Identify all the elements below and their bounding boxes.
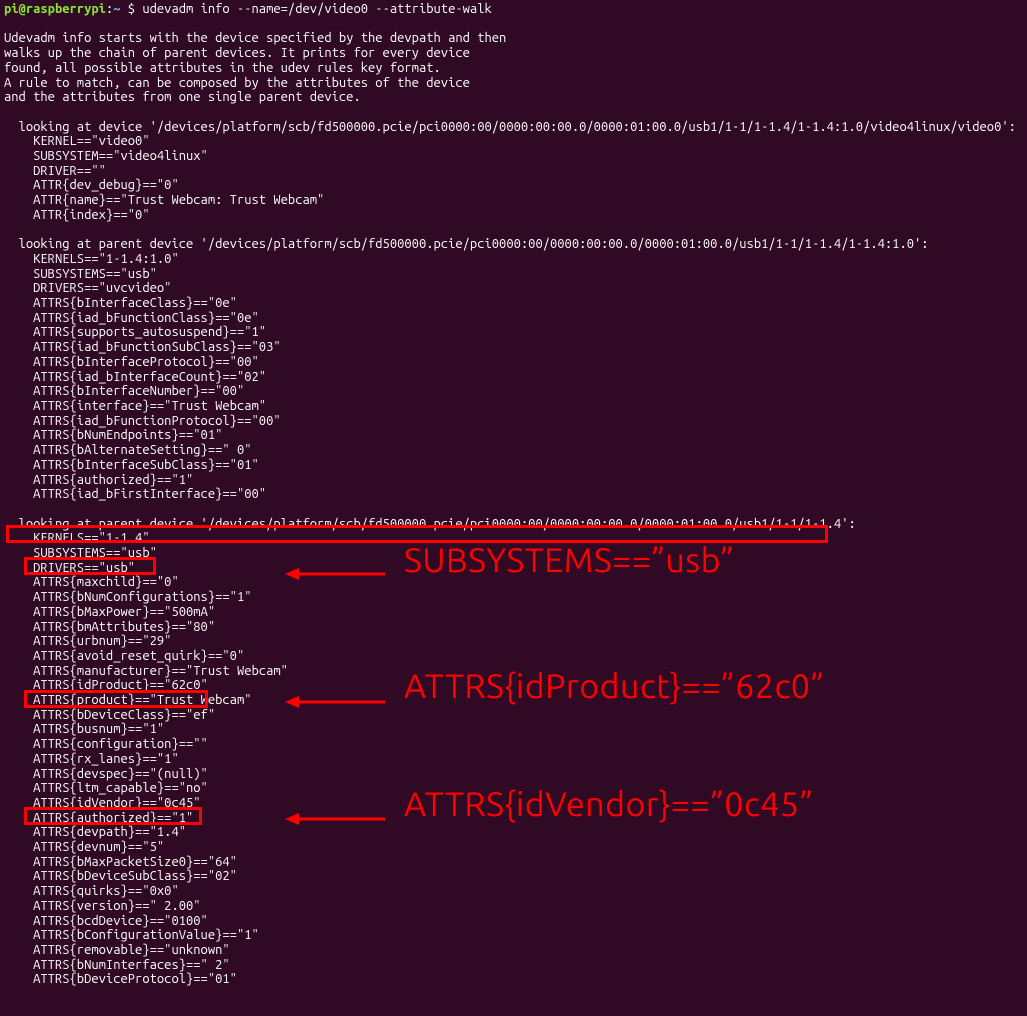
attr-line: ATTRS{devpath}=="1.4" <box>4 825 186 839</box>
attr-line: ATTRS{bInterfaceNumber}=="00" <box>4 384 244 398</box>
attr-line: ATTR{index}=="0" <box>4 208 150 222</box>
attr-line: ATTRS{quirks}=="0x0" <box>4 884 179 898</box>
attr-line: ATTRS{iad_bFunctionClass}=="0e" <box>4 311 259 325</box>
attr-line: ATTRS{iad_bFunctionSubClass}=="03" <box>4 340 281 354</box>
attr-line: ATTRS{bInterfaceSubClass}=="01" <box>4 458 259 472</box>
attr-line: ATTRS{busnum}=="1" <box>4 722 164 736</box>
attr-line: ATTR{dev_debug}=="0" <box>4 178 179 192</box>
attr-line: ATTRS{devspec}=="(null)" <box>4 767 208 781</box>
attr-line: ATTRS{bNumConfigurations}=="1" <box>4 590 252 604</box>
block1-header: looking at device '/devices/platform/scb… <box>4 120 1016 134</box>
prompt-user-host: pi@raspberrypi <box>4 2 106 16</box>
attr-line: ATTRS{bDeviceClass}=="ef" <box>4 708 215 722</box>
output-line: and the attributes from one single paren… <box>4 90 361 104</box>
attr-line: ATTRS{bDeviceProtocol}=="01" <box>4 972 237 986</box>
attr-line: ATTRS{devnum}=="5" <box>4 840 164 854</box>
attr-line: DRIVERS=="usb" <box>4 561 135 575</box>
output-line: walks up the chain of parent devices. It… <box>4 46 470 60</box>
command-text: udevadm info --name=/dev/video0 --attrib… <box>142 2 491 16</box>
attr-line: ATTRS{bNumEndpoints}=="01" <box>4 428 222 442</box>
attr-line: ATTRS{idVendor}=="0c45" <box>4 796 201 810</box>
attr-line: ATTRS{product}=="Trust Webcam" <box>4 693 252 707</box>
attr-line: SUBSYSTEM=="video4linux" <box>4 149 208 163</box>
attr-line: ATTRS{configuration}=="" <box>4 737 208 751</box>
attr-line: SUBSYSTEMS=="usb" <box>4 546 157 560</box>
attr-line: ATTRS{bAlternateSetting}==" 0" <box>4 443 252 457</box>
attr-line: ATTRS{avoid_reset_quirk}=="0" <box>4 649 244 663</box>
attr-line: ATTRS{urbnum}=="29" <box>4 634 171 648</box>
attr-line: ATTRS{ltm_capable}=="no" <box>4 781 208 795</box>
output-line: Udevadm info starts with the device spec… <box>4 31 506 45</box>
attr-line: ATTRS{manufacturer}=="Trust Webcam" <box>4 664 288 678</box>
attr-line: ATTRS{bConfigurationValue}=="1" <box>4 928 259 942</box>
attr-line: ATTRS{bMaxPacketSize0}=="64" <box>4 855 237 869</box>
attr-line: KERNELS=="1-1.4" <box>4 531 150 545</box>
attr-line: ATTRS{interface}=="Trust Webcam" <box>4 399 266 413</box>
block3-header: looking at parent device '/devices/platf… <box>4 517 856 531</box>
attr-line: KERNELS=="1-1.4:1.0" <box>4 252 179 266</box>
output-line: found, all possible attributes in the ud… <box>4 61 441 75</box>
attr-line: ATTRS{authorized}=="1" <box>4 811 193 825</box>
attr-line: ATTRS{bDeviceSubClass}=="02" <box>4 869 237 883</box>
attr-line: ATTRS{bNumInterfaces}==" 2" <box>4 958 230 972</box>
attr-line: ATTRS{bInterfaceClass}=="0e" <box>4 296 237 310</box>
terminal-output[interactable]: pi@raspberrypi:~ $ udevadm info --name=/… <box>0 0 1027 989</box>
attr-line: ATTRS{rx_lanes}=="1" <box>4 752 179 766</box>
attr-line: KERNEL=="video0" <box>4 134 150 148</box>
attr-line: ATTRS{removable}=="unknown" <box>4 943 230 957</box>
attr-line: ATTRS{iad_bFunctionProtocol}=="00" <box>4 414 281 428</box>
attr-line: ATTRS{bInterfaceProtocol}=="00" <box>4 355 259 369</box>
attr-line: ATTRS{version}==" 2.00" <box>4 899 201 913</box>
attr-line: ATTRS{maxchild}=="0" <box>4 575 179 589</box>
attr-line: ATTRS{idProduct}=="62c0" <box>4 678 208 692</box>
attr-line: DRIVER=="" <box>4 164 106 178</box>
attr-line: ATTR{name}=="Trust Webcam: Trust Webcam" <box>4 193 324 207</box>
block2-header: looking at parent device '/devices/platf… <box>4 237 929 251</box>
attr-line: SUBSYSTEMS=="usb" <box>4 267 157 281</box>
output-line: A rule to match, can be composed by the … <box>4 76 470 90</box>
attr-line: ATTRS{iad_bInterfaceCount}=="02" <box>4 370 266 384</box>
attr-line: ATTRS{bMaxPower}=="500mA" <box>4 605 215 619</box>
attr-line: ATTRS{authorized}=="1" <box>4 473 193 487</box>
attr-line: ATTRS{bmAttributes}=="80" <box>4 620 215 634</box>
prompt-dollar: $ <box>120 2 142 16</box>
attr-line: ATTRS{iad_bFirstInterface}=="00" <box>4 487 266 501</box>
attr-line: DRIVERS=="uvcvideo" <box>4 281 171 295</box>
attr-line: ATTRS{supports_autosuspend}=="1" <box>4 325 266 339</box>
attr-line: ATTRS{bcdDevice}=="0100" <box>4 914 208 928</box>
